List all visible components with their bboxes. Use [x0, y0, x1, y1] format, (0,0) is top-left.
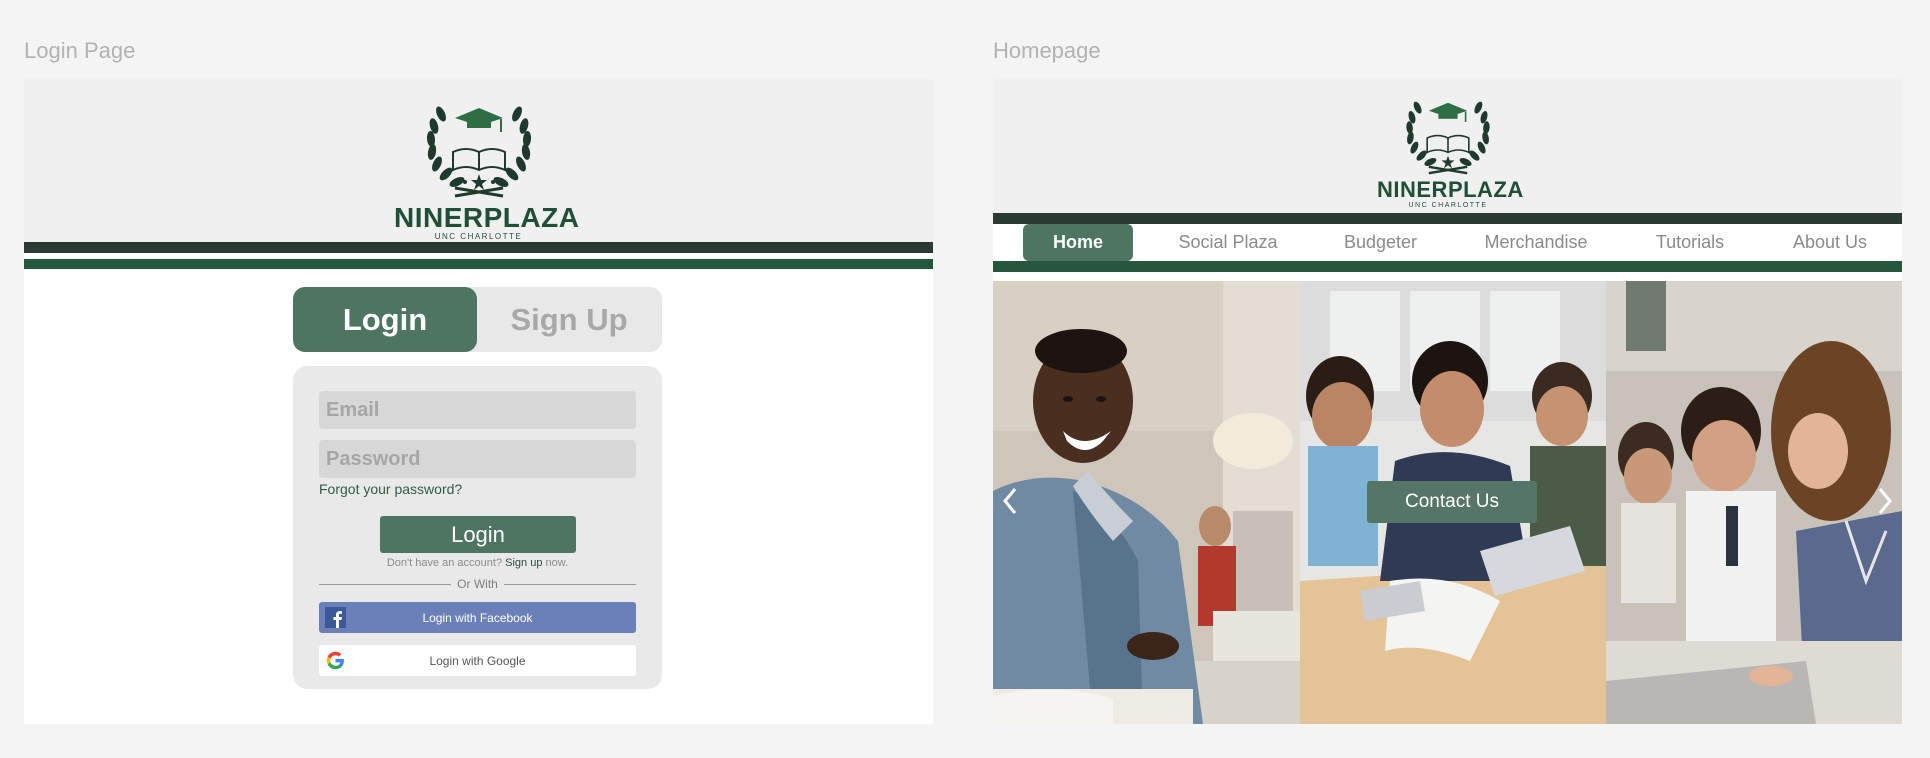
login-header: NINERPLAZA UNC CHARLOTTE [24, 79, 933, 242]
facebook-login-label: Login with Facebook [422, 610, 533, 625]
nav-item-tutorials[interactable]: Tutorials [1625, 224, 1755, 261]
nav-item-social-plaza[interactable]: Social Plaza [1153, 224, 1303, 261]
email-field[interactable] [319, 391, 636, 429]
nav-item-home[interactable]: Home [1023, 224, 1133, 261]
header-stripe-green [24, 259, 933, 269]
ninerplaza-logo: NINERPLAZA UNC CHARLOTTE [394, 92, 580, 241]
hero-carousel: Contact Us [993, 281, 1902, 724]
or-with-label: Or With [293, 577, 662, 591]
homepage-label: Homepage [993, 38, 1101, 63]
signup-link[interactable]: Sign up [505, 557, 542, 569]
logo-title: NINERPLAZA [1377, 177, 1524, 202]
ninerplaza-logo: NINERPLAZA UNC CHARLOTTE [1377, 90, 1524, 209]
logo-subtitle: UNC CHARLOTTE [1408, 202, 1488, 209]
no-account-suffix: now. [545, 557, 569, 569]
contact-us-button[interactable]: Contact Us [1367, 481, 1537, 523]
tab-login[interactable]: Login [293, 287, 477, 352]
home-header: NINERPLAZA UNC CHARLOTTE [993, 79, 1902, 213]
no-account-prefix: Don't have an account? [386, 557, 503, 569]
homepage-frame: NINERPLAZA UNC CHARLOTTE Home Social Pla… [993, 79, 1902, 724]
laurel-emblem [1406, 101, 1490, 175]
login-page-label: Login Page [24, 38, 136, 63]
chevron-right-icon[interactable] [1874, 481, 1896, 521]
carousel-photo-laptop-students [1606, 281, 1902, 724]
main-nav: Home Social Plaza Budgeter Merchandise T… [993, 224, 1902, 261]
carousel-photo-student-smiling [993, 281, 1300, 724]
nav-stripe-green [993, 261, 1902, 272]
nav-stripe-dark [993, 213, 1902, 224]
google-icon [326, 651, 344, 670]
login-card: Forgot your password? Login Don't have a… [293, 366, 662, 689]
nav-item-budgeter[interactable]: Budgeter [1318, 224, 1443, 261]
tab-signup[interactable]: Sign Up [477, 287, 661, 352]
nav-item-merchandise[interactable]: Merchandise [1461, 224, 1611, 261]
logo-title: NINERPLAZA [394, 202, 580, 233]
forgot-password-link[interactable]: Forgot your password? [319, 481, 462, 497]
header-stripe-dark [24, 242, 933, 253]
login-page-frame: NINERPLAZA UNC CHARLOTTE Login Sign Up F… [24, 79, 933, 724]
google-login-label: Login with Google [429, 653, 526, 668]
logo-subtitle: UNC CHARLOTTE [434, 232, 523, 241]
google-login-button[interactable]: Login with Google [319, 645, 636, 676]
no-account-text: Don't have an account? Sign up now. [293, 557, 662, 569]
facebook-icon [325, 607, 346, 628]
laurel-emblem [426, 106, 531, 198]
nav-item-about-us[interactable]: About Us [1765, 224, 1895, 261]
chevron-left-icon[interactable] [999, 481, 1021, 521]
auth-tabs: Login Sign Up [293, 287, 662, 352]
login-button[interactable]: Login [380, 516, 576, 553]
password-field[interactable] [319, 440, 636, 478]
facebook-login-button[interactable]: Login with Facebook [319, 602, 636, 633]
